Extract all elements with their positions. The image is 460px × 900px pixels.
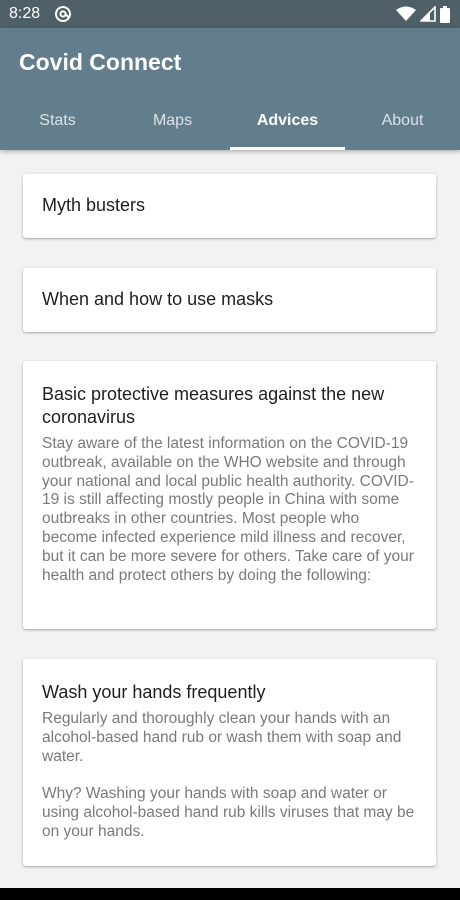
card-title: When and how to use masks [42,289,274,309]
app-title: Covid Connect [19,49,182,75]
navigation-bar [0,888,460,900]
signal-icon [420,6,436,22]
card-title: Myth busters [42,195,146,215]
card-myth-busters[interactable]: Myth busters [23,174,436,238]
card-masks[interactable]: When and how to use masks [23,268,436,332]
status-time: 8:28 [9,5,41,22]
card-title: Basic protective measures against the ne… [42,384,385,427]
battery-icon [440,5,450,23]
tab-bar: Stats Maps Advices About [0,100,460,150]
app-bar: Covid Connect Stats Maps Advices About [0,28,460,150]
card-wash-hands[interactable]: Wash your hands frequently Regularly and… [23,659,436,866]
tab-advices[interactable]: Advices [230,100,345,150]
status-bar: 8:28 [0,0,460,28]
card-title: Wash your hands frequently [42,682,266,702]
tab-about[interactable]: About [345,100,460,150]
wifi-icon [396,6,416,21]
card-body: Regularly and thoroughly clean your hand… [42,710,415,840]
advice-list[interactable]: Myth busters When and how to use masks B… [0,150,460,888]
card-protective-measures[interactable]: Basic protective measures against the ne… [23,361,436,629]
tab-maps[interactable]: Maps [115,100,230,150]
card-body: Stay aware of the latest information on … [42,435,414,584]
tab-stats[interactable]: Stats [0,100,115,150]
at-sign-icon [55,6,71,22]
